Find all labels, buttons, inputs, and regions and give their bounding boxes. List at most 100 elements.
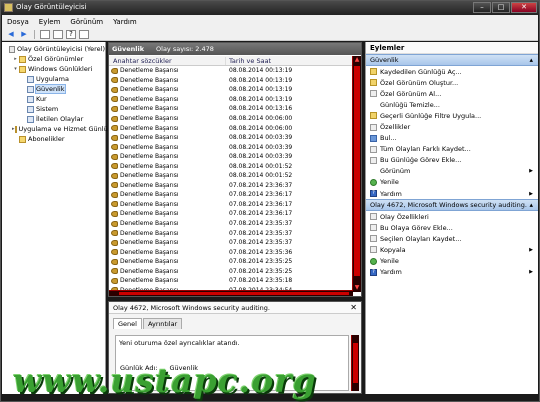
events-header: Güvenlik Olay sayısı: 2.478 (109, 43, 361, 55)
action-item[interactable]: Yenile (366, 177, 538, 188)
table-row[interactable]: Denetleme Başarısı 07.08.2014 23:35:25 (109, 266, 353, 276)
show-hide-tree-icon[interactable] (53, 29, 63, 39)
filter-icon (370, 112, 377, 120)
log-icon (27, 95, 34, 103)
scroll-down-icon[interactable]: ▼ (353, 284, 361, 292)
table-row[interactable]: Denetleme Başarısı 07.08.2014 23:35:37 (109, 238, 353, 248)
close-button[interactable]: ✕ (511, 2, 537, 13)
table-row[interactable]: Denetleme Başarısı 07.08.2014 23:35:36 (109, 247, 353, 257)
folder-up-icon[interactable] (40, 29, 50, 39)
table-row[interactable]: Denetleme Başarısı 07.08.2014 23:36:37 (109, 181, 353, 191)
menu-help[interactable]: Yardım (113, 18, 137, 26)
tree-item[interactable]: Kur (2, 94, 105, 104)
action-pane-icon[interactable] (79, 29, 89, 39)
action-item[interactable]: Bu Günlüğe Görev Ekle... (366, 155, 538, 166)
tree-item[interactable]: Güvenlik (2, 84, 105, 94)
minimize-button[interactable]: – (473, 2, 491, 13)
keywords-text: Denetleme Başarısı (120, 258, 179, 266)
action-item[interactable]: Yenile (366, 256, 538, 267)
back-arrow-icon[interactable]: ◀ (6, 30, 16, 39)
action-item[interactable]: Geçerli Günlüğe Filtre Uygula... (366, 110, 538, 121)
menu-view[interactable]: Görünüm (70, 18, 103, 26)
section-log-label: Güvenlik (370, 56, 399, 64)
table-row[interactable]: Denetleme Başarısı 08.08.2014 00:03:39 (109, 133, 353, 143)
action-item[interactable]: Özel Görünüm Al... (366, 88, 538, 99)
window-title: Olay Görüntüleyicisi (16, 3, 87, 11)
action-item[interactable]: Bul... (366, 133, 538, 144)
table-row[interactable]: Denetleme Başarısı 07.08.2014 23:35:37 (109, 219, 353, 229)
action-item[interactable]: Günlüğü Temizle... (366, 99, 538, 110)
table-row[interactable]: Denetleme Başarısı 08.08.2014 00:13:19 (109, 85, 353, 95)
keywords-cell: Denetleme Başarısı (109, 249, 226, 256)
detail-scroll-thumb[interactable] (353, 343, 358, 383)
action-item[interactable]: ? Yardım ▶ (366, 267, 538, 278)
maximize-button[interactable]: □ (492, 2, 510, 13)
action-item[interactable]: Seçilen Olayları Kaydet... (366, 233, 538, 244)
folder-icon (14, 125, 17, 133)
tab-general[interactable]: Genel (113, 318, 142, 329)
action-item[interactable]: Bu Olaya Görev Ekle... (366, 222, 538, 233)
event-message: Yeni oturuma özel ayrıcalıklar atandı. (119, 339, 240, 347)
table-row[interactable]: Denetleme Başarısı 07.08.2014 23:35:37 (109, 228, 353, 238)
menu-action[interactable]: Eylem (39, 18, 61, 26)
table-row[interactable]: Denetleme Başarısı 08.08.2014 00:01:52 (109, 171, 353, 181)
keywords-text: Denetleme Başarısı (120, 105, 179, 113)
table-row[interactable]: Denetleme Başarısı 08.08.2014 00:13:19 (109, 66, 353, 76)
action-item[interactable]: Özel Görünüm Oluştur... (366, 77, 538, 88)
table-row[interactable]: Denetleme Başarısı 07.08.2014 23:35:25 (109, 257, 353, 267)
expand-toggle-icon[interactable]: ▸ (12, 56, 19, 62)
keywords-cell: Denetleme Başarısı (109, 105, 226, 112)
table-row[interactable]: Denetleme Başarısı 08.08.2014 00:06:00 (109, 114, 353, 124)
collapse-caret-icon[interactable]: ▴ (529, 201, 533, 209)
tree-item[interactable]: Uygulama (2, 74, 105, 84)
action-item[interactable]: Kopyala ▶ (366, 244, 538, 255)
forward-arrow-icon[interactable]: ▶ (19, 30, 29, 39)
keywords-text: Denetleme Başarısı (120, 76, 179, 84)
table-row[interactable]: Denetleme Başarısı 07.08.2014 23:35:18 (109, 276, 353, 286)
table-row[interactable]: Denetleme Başarısı 08.08.2014 00:13:19 (109, 95, 353, 105)
tree-item[interactable]: ▾ Windows Günlükleri (2, 64, 105, 74)
table-row[interactable]: Denetleme Başarısı 08.08.2014 00:13:19 (109, 76, 353, 86)
events-horizontal-scrollbar[interactable] (109, 290, 353, 296)
tree-item[interactable]: Olay Görüntüleyicisi (Yerel) (2, 44, 105, 54)
column-keywords[interactable]: Anahtar sözcükler (109, 56, 226, 65)
action-item[interactable]: Kaydedilen Günlüğü Aç... (366, 66, 538, 77)
tree-item[interactable]: İletilen Olaylar (2, 114, 105, 124)
actions-section-log[interactable]: Güvenlik ▴ (366, 54, 538, 66)
table-row[interactable]: Denetleme Başarısı 08.08.2014 00:13:16 (109, 104, 353, 114)
key-icon (111, 249, 118, 256)
table-row[interactable]: Denetleme Başarısı 08.08.2014 00:01:52 (109, 161, 353, 171)
hscroll-thumb[interactable] (119, 292, 349, 295)
action-item[interactable]: ? Yardım ▶ (366, 188, 538, 199)
table-row[interactable]: Denetleme Başarısı 08.08.2014 00:06:00 (109, 123, 353, 133)
scroll-thumb[interactable] (354, 66, 360, 276)
log-name: Güvenlik (112, 45, 145, 53)
action-label: Bu Günlüğe Görev Ekle... (380, 156, 462, 165)
action-label: Yardım (380, 189, 402, 198)
tab-details[interactable]: Ayrıntılar (142, 318, 183, 329)
events-vertical-scrollbar[interactable]: ▲ ▼ (352, 56, 361, 292)
table-row[interactable]: Denetleme Başarısı 07.08.2014 23:36:17 (109, 200, 353, 210)
collapse-caret-icon[interactable]: ▴ (529, 56, 533, 64)
action-label: Tüm Olayları Farklı Kaydet... (380, 145, 471, 154)
help-icon[interactable]: ? (66, 29, 76, 39)
close-detail-icon[interactable]: ✕ (350, 303, 357, 312)
action-item[interactable]: Tüm Olayları Farklı Kaydet... (366, 144, 538, 155)
table-row[interactable]: Denetleme Başarısı 08.08.2014 00:03:39 (109, 142, 353, 152)
detail-vertical-scrollbar[interactable] (351, 335, 359, 391)
scroll-up-icon[interactable]: ▲ (353, 56, 361, 64)
table-row[interactable]: Denetleme Başarısı 07.08.2014 23:36:17 (109, 190, 353, 200)
action-item[interactable]: Olay Özellikleri (366, 211, 538, 222)
tree-item[interactable]: Abonelikler (2, 134, 105, 144)
table-row[interactable]: Denetleme Başarısı 07.08.2014 23:36:17 (109, 209, 353, 219)
table-row[interactable]: Denetleme Başarısı 08.08.2014 00:03:39 (109, 152, 353, 162)
tree-item[interactable]: ▸ Özel Görünümler (2, 54, 105, 64)
tree-item[interactable]: ▸ Uygulama ve Hizmet Günlükl (2, 124, 113, 134)
tree-item[interactable]: Sistem (2, 104, 105, 114)
expand-toggle-icon[interactable]: ▾ (12, 66, 19, 72)
actions-section-event[interactable]: Olay 4672, Microsoft Windows security au… (366, 199, 538, 212)
action-item[interactable]: Görünüm ▶ (366, 166, 538, 177)
column-datetime[interactable]: Tarih ve Saat (226, 57, 352, 65)
action-item[interactable]: Özellikler (366, 121, 538, 132)
menu-file[interactable]: Dosya (7, 18, 29, 26)
